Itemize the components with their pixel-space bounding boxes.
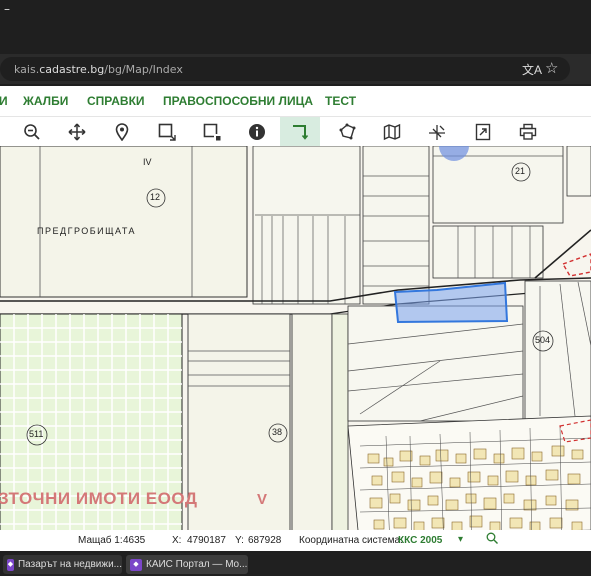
menu-item-complaints[interactable]: ЖАЛБИ bbox=[23, 94, 68, 108]
crs-label: Координатна система: bbox=[299, 535, 403, 546]
zoom-out-button[interactable] bbox=[12, 117, 52, 147]
cadastre-page: И ЖАЛБИ СПРАВКИ ПРАВОСПОСОБНИ ЛИЦА ТЕСТ bbox=[0, 86, 591, 551]
quarter-label-iv: IV bbox=[143, 157, 152, 167]
info-icon bbox=[249, 124, 265, 140]
menu-item-licensed-persons[interactable]: ПРАВОСПОСОБНИ ЛИЦА bbox=[163, 94, 313, 108]
watermark-text: ЗТОЧНИ ИМОТИ ЕООД bbox=[0, 489, 198, 508]
select-rectangle-button[interactable] bbox=[147, 117, 187, 147]
crs-select[interactable]: ККС 2005 bbox=[398, 535, 442, 546]
print-button[interactable] bbox=[508, 117, 548, 147]
pan-icon bbox=[68, 123, 86, 141]
x-coordinate-label: X: bbox=[172, 535, 182, 546]
map-canvas[interactable]: IV 12 ПРЕДГРОБИЩАТА 21 511 38 504 V ЗТОЧ… bbox=[0, 146, 591, 551]
x-coordinate-value: 4790187 bbox=[187, 535, 226, 546]
coordinates-button[interactable] bbox=[417, 117, 457, 147]
menu-item-test[interactable]: ТЕСТ bbox=[325, 94, 356, 108]
taskbar-item-kais-portal[interactable]: ◆ КАИС Портал — Mo... bbox=[126, 555, 248, 574]
app-icon: ◆ bbox=[130, 558, 142, 571]
info-button[interactable] bbox=[237, 117, 277, 147]
zoom-out-icon bbox=[24, 124, 40, 140]
export-icon bbox=[475, 123, 491, 141]
menu-item-partial[interactable]: И bbox=[0, 94, 8, 108]
map-layers-button[interactable] bbox=[372, 117, 412, 147]
scale-label: Мащаб 1: bbox=[78, 535, 123, 546]
export-button[interactable] bbox=[463, 117, 503, 147]
parcel-number-504: 504 bbox=[535, 335, 551, 345]
region-name-label: ПРЕДГРОБИЩАТА bbox=[37, 226, 137, 236]
coordinates-icon bbox=[429, 125, 445, 140]
measure-icon bbox=[293, 125, 309, 140]
y-coordinate-value: 687928 bbox=[248, 535, 282, 546]
main-menu: И ЖАЛБИ СПРАВКИ ПРАВОСПОСОБНИ ЛИЦА ТЕСТ bbox=[0, 86, 591, 116]
parcel-number-21: 21 bbox=[515, 166, 526, 176]
parcel-number-38: 38 bbox=[272, 427, 283, 437]
scale-value: 4635 bbox=[123, 535, 146, 546]
taskbar-item-label: КАИС Портал — Mo... bbox=[146, 559, 248, 570]
y-coordinate-label: Y: bbox=[235, 535, 244, 546]
os-taskbar: ◆ Пазарът на недвижи... ◆ КАИС Портал — … bbox=[0, 553, 591, 576]
map-status-bar: Мащаб 1: 4635 X: 4790187 Y: 687928 Коорд… bbox=[0, 530, 591, 551]
parcel-number-12: 12 bbox=[150, 192, 161, 202]
map-toolbar bbox=[0, 116, 591, 148]
quarter-label-v: V bbox=[257, 491, 268, 508]
map-layers-icon bbox=[383, 123, 401, 141]
bookmark-star-icon[interactable]: ☆ bbox=[545, 59, 558, 77]
taskbar-item-label: Пазарът на недвижи... bbox=[17, 559, 122, 570]
polygon-icon bbox=[339, 123, 356, 140]
select-rectangle-icon bbox=[158, 123, 176, 141]
crs-search-button[interactable] bbox=[486, 532, 498, 547]
print-icon bbox=[519, 123, 537, 140]
url-prefix: kais. bbox=[14, 63, 40, 76]
url-path: /bg/Map/Index bbox=[104, 63, 183, 76]
app-icon: ◆ bbox=[7, 558, 14, 571]
pan-button[interactable] bbox=[57, 117, 97, 147]
parcel-number-511: 511 bbox=[29, 429, 44, 439]
deselect-rectangle-button[interactable] bbox=[192, 117, 232, 147]
browser-tabstrip bbox=[0, 0, 591, 52]
menu-item-references[interactable]: СПРАВКИ bbox=[87, 94, 145, 108]
locate-icon bbox=[115, 123, 129, 141]
window-minimize-button[interactable]: – bbox=[4, 2, 10, 16]
taskbar-item-real-estate[interactable]: ◆ Пазарът на недвижи... bbox=[3, 555, 122, 574]
search-icon bbox=[486, 532, 498, 544]
url-text[interactable]: kais.cadastre.bg/bg/Map/Index bbox=[14, 63, 183, 76]
deselect-rectangle-icon bbox=[203, 123, 221, 141]
chevron-down-icon[interactable]: ▾ bbox=[458, 534, 463, 545]
polygon-button[interactable] bbox=[327, 117, 367, 147]
locate-button[interactable] bbox=[102, 117, 142, 147]
url-domain: cadastre.bg bbox=[39, 63, 105, 76]
translate-icon[interactable]: 文A bbox=[522, 61, 542, 78]
measure-button[interactable] bbox=[280, 117, 320, 147]
